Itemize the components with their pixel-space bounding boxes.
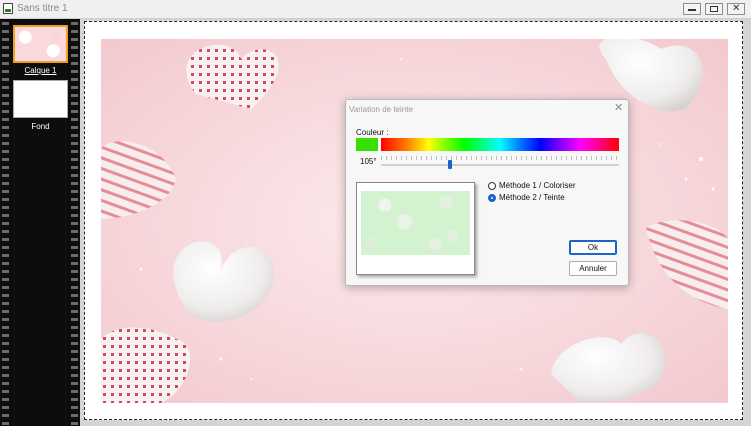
preview-image [361,191,470,255]
window-title: Sans titre 1 [17,3,68,14]
close-icon: ✕ [732,3,741,14]
hue-spectrum[interactable] [381,138,619,151]
layer-thumbnail-calque[interactable] [13,25,68,63]
hue-value: 105° [360,157,377,166]
minimize-icon [688,9,696,11]
color-swatch [356,138,378,151]
ok-button[interactable]: Ok [569,240,617,255]
hue-slider-thumb[interactable] [448,160,453,169]
method-2-label: Méthode 2 / Teinte [499,193,565,202]
document-icon [3,3,13,14]
dialog-close-icon[interactable]: ✕ [614,101,623,114]
slider-ticks [381,156,619,160]
hue-slider[interactable] [381,164,619,166]
close-window-button[interactable]: ✕ [727,3,745,15]
method-1-label: Méthode 1 / Coloriser [499,181,576,190]
dialog-title: Variation de teinte [349,105,413,114]
cancel-button[interactable]: Annuler [569,261,617,276]
minimize-button[interactable] [683,3,701,15]
maximize-button[interactable] [705,3,723,15]
maximize-icon [710,6,718,12]
layer-label-fond[interactable]: Fond [5,122,76,131]
color-label: Couleur : [356,128,389,137]
preview-panel [356,182,475,275]
layer-label-calque[interactable]: Calque 1 [5,66,76,75]
layer-thumbnail-fond[interactable] [13,80,68,118]
layers-panel: Calque 1 Fond [0,19,80,426]
film-perforation [71,19,78,426]
radio-button-selected[interactable] [488,194,496,202]
film-perforation [2,19,9,426]
window-titlebar: Sans titre 1 ✕ [0,0,751,19]
radio-button-unselected[interactable] [488,182,496,190]
hue-variation-dialog: Variation de teinte ✕ Couleur : 105° Mét… [345,99,629,286]
